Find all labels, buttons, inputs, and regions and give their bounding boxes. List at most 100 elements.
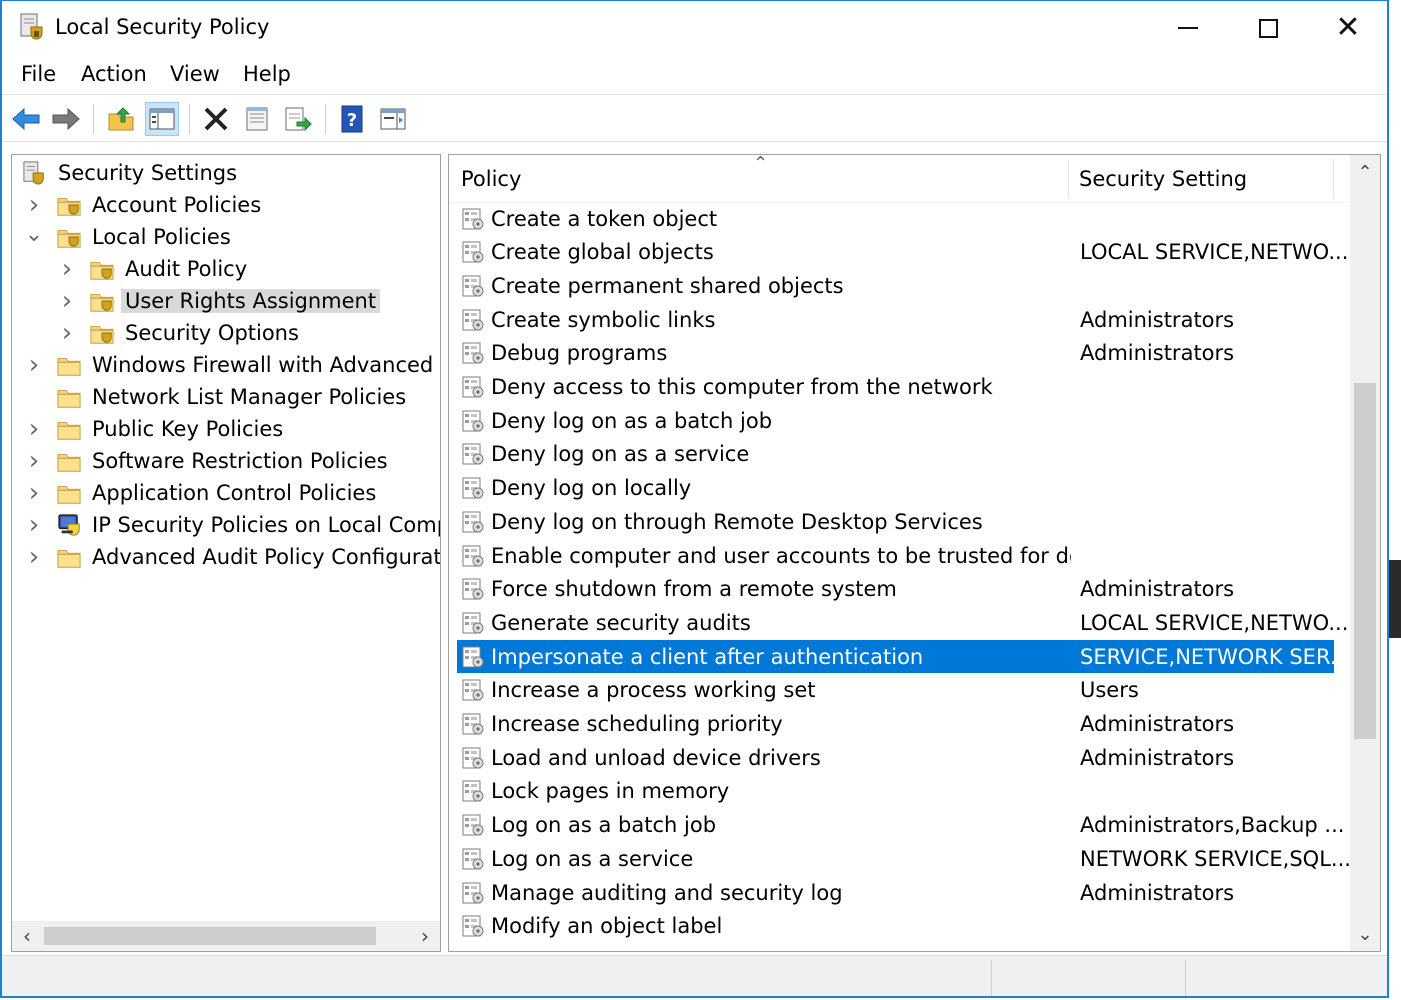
security-setting-value: Administrators (1080, 577, 1235, 602)
chevron-right-icon[interactable]: › (60, 286, 74, 316)
folder-icon (57, 422, 81, 440)
table-row[interactable]: Enable computer and user accounts to be … (457, 539, 1334, 572)
table-row[interactable]: Increase scheduling priority Administrato… (457, 708, 1334, 741)
export-list-button[interactable] (281, 102, 315, 136)
policy-icon (462, 410, 484, 432)
menu-action[interactable]: Action (81, 62, 147, 86)
tree-horizontal-scrollbar[interactable]: ‹ › (12, 921, 440, 951)
tree-item-label: Advanced Audit Policy Configuration (92, 545, 441, 569)
help-button[interactable]: ? (335, 102, 369, 136)
scroll-down-icon[interactable]: ⌄ (1352, 921, 1378, 947)
tree-item[interactable]: IP Security Policies on Local Compute (56, 510, 440, 540)
tree-item[interactable]: Public Key Policies (56, 414, 287, 444)
security-setting-value: Administrators (1080, 341, 1235, 366)
tree-item[interactable]: User Rights Assignment (89, 286, 381, 316)
table-row[interactable]: Deny log on as a service (457, 438, 1334, 471)
scrollbar-thumb[interactable] (44, 927, 376, 945)
console-tree-pane[interactable]: Security Settings Account Policies › Local… (11, 154, 441, 952)
tree-item[interactable]: Application Control Policies (56, 478, 380, 508)
show-hide-console-tree-button[interactable] (145, 102, 179, 136)
table-row[interactable]: Create permanent shared objects (457, 269, 1334, 302)
tree-item[interactable]: Advanced Audit Policy Configuration (56, 542, 441, 572)
tree-item[interactable]: Windows Firewall with Advanced Secu (56, 350, 440, 380)
table-row[interactable]: Load and unload device drivers Administra… (457, 741, 1334, 774)
chevron-right-icon[interactable]: › (60, 254, 74, 284)
chevron-right-icon[interactable]: › (60, 318, 74, 348)
table-row[interactable]: Lock pages in memory (457, 775, 1334, 808)
chevron-right-icon[interactable]: › (27, 478, 41, 508)
list-vertical-scrollbar[interactable]: ⌃ ⌄ (1350, 155, 1380, 951)
close-button[interactable]: ✕ (1318, 7, 1378, 49)
table-row[interactable]: Increase a process working set Users (457, 674, 1334, 707)
table-row[interactable]: Debug programs Administrators (457, 337, 1334, 370)
properties-button[interactable] (240, 102, 274, 136)
title-bar[interactable]: Local Security Policy ✕ (2, 1, 1387, 55)
tree-item[interactable]: Software Restriction Policies (56, 446, 392, 476)
menu-file[interactable]: File (21, 62, 56, 86)
menu-help[interactable]: Help (243, 62, 291, 86)
tree-root-security-settings[interactable]: Security Settings (22, 158, 241, 188)
chevron-right-icon[interactable]: › (27, 190, 41, 220)
policy-name: Log on as a service (491, 846, 694, 871)
chevron-right-icon[interactable]: › (27, 510, 41, 540)
table-row[interactable]: Deny log on as a batch job (457, 404, 1334, 437)
policy-icon (462, 275, 484, 297)
scrollbar-thumb[interactable] (1354, 383, 1376, 739)
menu-view[interactable]: View (170, 62, 220, 86)
policy-name: Generate security audits (491, 610, 751, 635)
table-row[interactable]: Create global objects LOCAL SERVICE,NETWO… (457, 236, 1348, 269)
table-row[interactable]: Deny log on through Remote Desktop Servi… (457, 505, 1334, 538)
tree-item[interactable]: Local Policies (56, 222, 235, 252)
table-row[interactable]: Deny access to this computer from the ne… (457, 371, 1334, 404)
scroll-up-icon[interactable]: ⌃ (1352, 159, 1378, 185)
table-row[interactable]: Modify an object label (457, 910, 1334, 943)
table-row[interactable]: Manage auditing and security log Administ… (457, 876, 1334, 909)
folder-icon (57, 550, 81, 568)
scroll-right-icon[interactable]: › (412, 923, 438, 949)
show-hide-action-pane-button[interactable] (376, 102, 410, 136)
forward-button[interactable] (49, 102, 83, 136)
folder-icon (57, 358, 81, 376)
delete-button[interactable] (199, 102, 233, 136)
minimize-button[interactable] (1158, 7, 1218, 49)
table-row[interactable]: Create a token object (457, 202, 1334, 235)
chevron-right-icon[interactable]: › (27, 542, 41, 572)
close-icon: ✕ (1335, 10, 1361, 45)
chevron-down-icon[interactable]: ⌄ (25, 222, 43, 252)
tree-item[interactable]: Account Policies (56, 190, 265, 220)
background-shape (1389, 560, 1401, 638)
scroll-left-icon[interactable]: ‹ (14, 923, 40, 949)
details-pane[interactable]: ⌃ Policy Security Setting Create a token… (448, 154, 1381, 952)
tree-item[interactable]: Audit Policy (89, 254, 251, 284)
policy-name: Increase a process working set (491, 678, 816, 703)
security-settings-icon (23, 161, 44, 185)
table-row[interactable]: Impersonate a client after authenticatio… (457, 640, 1350, 674)
export-list-icon (285, 107, 312, 132)
back-button[interactable] (9, 102, 43, 136)
table-row[interactable]: Create symbolic links Administrators (457, 303, 1334, 336)
back-arrow-icon (12, 107, 40, 131)
table-row[interactable]: Log on as a service NETWORK SERVICE,SQL..… (457, 842, 1351, 875)
chevron-right-icon[interactable]: › (27, 414, 41, 444)
column-header-policy[interactable]: Policy (461, 167, 521, 191)
table-row[interactable]: Deny log on locally (457, 472, 1334, 505)
policy-icon (462, 511, 484, 533)
column-divider[interactable] (1333, 159, 1334, 199)
tree-item[interactable]: Network List Manager Policies (56, 382, 410, 412)
policy-name: Deny log on locally (491, 476, 692, 501)
folder-icon (57, 390, 81, 408)
policy-name: Modify an object label (491, 914, 723, 939)
table-row[interactable]: Generate security audits LOCAL SERVICE,NE… (457, 606, 1348, 639)
policy-icon (462, 477, 484, 499)
table-row[interactable]: Log on as a batch job Administrators,Back… (457, 809, 1344, 842)
chevron-right-icon[interactable]: › (27, 446, 41, 476)
policy-icon (462, 578, 484, 600)
up-one-level-button[interactable] (104, 102, 138, 136)
background-strip (1389, 0, 1401, 1000)
column-header-security-setting[interactable]: Security Setting (1079, 167, 1247, 191)
maximize-button[interactable] (1238, 7, 1298, 49)
column-divider[interactable] (1068, 159, 1069, 199)
chevron-right-icon[interactable]: › (27, 350, 41, 380)
table-row[interactable]: Force shutdown from a remote system Admin… (457, 573, 1334, 606)
tree-item[interactable]: Security Options (89, 318, 303, 348)
